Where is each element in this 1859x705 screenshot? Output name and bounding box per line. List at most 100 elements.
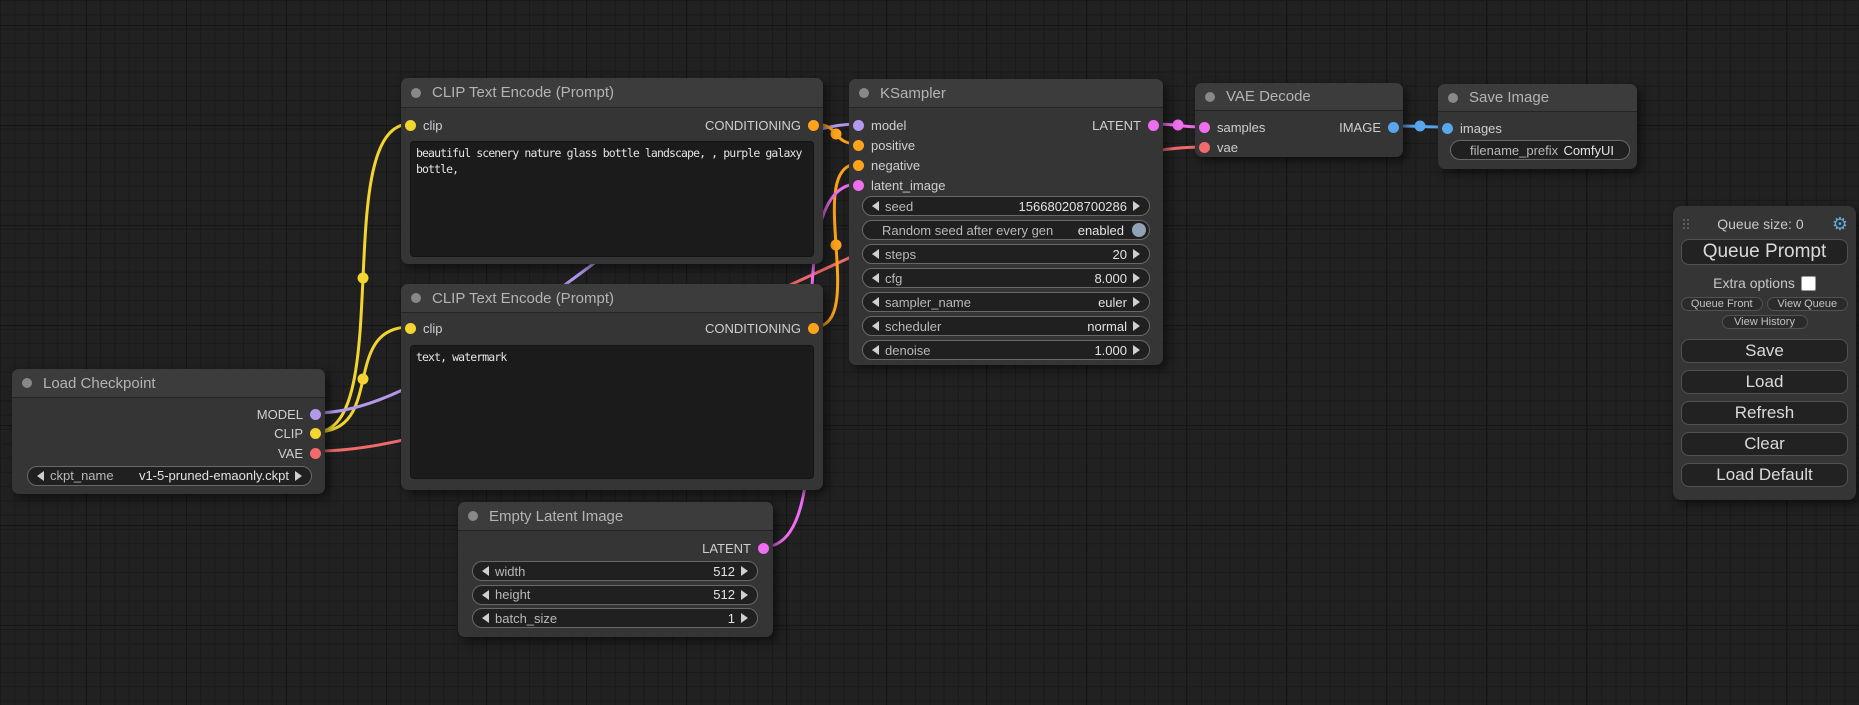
collapse-dot-icon[interactable] xyxy=(468,511,478,521)
toggle-dot[interactable] xyxy=(1132,223,1146,237)
collapse-dot-icon[interactable] xyxy=(22,378,32,388)
collapse-dot-icon[interactable] xyxy=(859,88,869,98)
load-default-button[interactable]: Load Default xyxy=(1681,463,1848,487)
decrement-arrow-icon[interactable] xyxy=(37,471,44,481)
queue-size-label: Queue size: 0 xyxy=(1689,216,1832,232)
input-label-clip: clip xyxy=(423,321,443,336)
input-label-clip: clip xyxy=(423,118,443,133)
increment-arrow-icon[interactable] xyxy=(741,566,748,576)
input-dot-latent-image[interactable] xyxy=(853,180,864,191)
collapse-dot-icon[interactable] xyxy=(411,88,421,98)
output-dot-conditioning[interactable] xyxy=(808,323,819,334)
decrement-arrow-icon[interactable] xyxy=(872,273,879,283)
input-label-negative: negative xyxy=(871,158,920,173)
output-label-vae: VAE xyxy=(278,446,303,461)
decrement-arrow-icon[interactable] xyxy=(872,297,879,307)
node-clip-text-encode-positive[interactable]: CLIP Text Encode (Prompt) clip CONDITION… xyxy=(401,78,823,264)
input-dot-positive[interactable] xyxy=(853,140,864,151)
collapse-dot-icon[interactable] xyxy=(1205,92,1215,102)
increment-arrow-icon[interactable] xyxy=(295,471,302,481)
widget-value: v1-5-pruned-emaonly.ckpt xyxy=(139,468,289,483)
node-empty-latent-image[interactable]: Empty Latent Image LATENT width 512 heig… xyxy=(458,502,773,637)
node-load-checkpoint[interactable]: Load Checkpoint MODEL CLIP VAE ckpt_name… xyxy=(12,369,325,494)
output-label-conditioning: CONDITIONING xyxy=(705,118,801,133)
increment-arrow-icon[interactable] xyxy=(1133,297,1140,307)
filename-prefix-widget[interactable]: filename_prefix ComfyUI xyxy=(1450,140,1630,160)
refresh-button[interactable]: Refresh xyxy=(1681,401,1848,425)
input-dot-model[interactable] xyxy=(853,120,864,131)
node-ksampler[interactable]: KSampler model LATENT positive negative xyxy=(849,79,1163,365)
decrement-arrow-icon[interactable] xyxy=(872,201,879,211)
random-seed-widget[interactable]: Random seed after every gen enabled xyxy=(862,220,1150,240)
view-history-button[interactable]: View History xyxy=(1722,315,1808,329)
increment-arrow-icon[interactable] xyxy=(1133,345,1140,355)
decrement-arrow-icon[interactable] xyxy=(872,249,879,259)
scheduler-widget[interactable]: scheduler normal xyxy=(862,316,1150,336)
denoise-widget[interactable]: denoise 1.000 xyxy=(862,340,1150,360)
decrement-arrow-icon[interactable] xyxy=(872,321,879,331)
node-title: KSampler xyxy=(880,85,946,102)
widget-value: ComfyUI xyxy=(1563,143,1614,158)
ckpt-name-widget[interactable]: ckpt_name v1-5-pruned-emaonly.ckpt xyxy=(27,466,312,486)
output-dot-image[interactable] xyxy=(1388,122,1399,133)
steps-widget[interactable]: steps 20 xyxy=(862,244,1150,264)
decrement-arrow-icon[interactable] xyxy=(872,345,879,355)
decrement-arrow-icon[interactable] xyxy=(482,590,489,600)
cfg-widget[interactable]: cfg 8.000 xyxy=(862,268,1150,288)
input-dot-negative[interactable] xyxy=(853,160,864,171)
increment-arrow-icon[interactable] xyxy=(741,613,748,623)
prompt-textarea[interactable]: beautiful scenery nature glass bottle la… xyxy=(410,141,814,257)
input-dot-samples[interactable] xyxy=(1199,122,1210,133)
prompt-textarea[interactable]: text, watermark xyxy=(410,345,814,479)
height-widget[interactable]: height 512 xyxy=(472,585,758,605)
input-dot-vae[interactable] xyxy=(1199,142,1210,153)
extra-options-checkbox[interactable] xyxy=(1801,276,1816,291)
collapse-dot-icon[interactable] xyxy=(1448,93,1458,103)
save-button[interactable]: Save xyxy=(1681,339,1848,363)
output-dot-latent[interactable] xyxy=(758,543,769,554)
output-dot-latent[interactable] xyxy=(1148,120,1159,131)
queue-prompt-button[interactable]: Queue Prompt xyxy=(1681,239,1848,265)
input-dot-clip[interactable] xyxy=(405,120,416,131)
node-title-bar[interactable]: Save Image xyxy=(1438,84,1637,112)
node-clip-text-encode-negative[interactable]: CLIP Text Encode (Prompt) clip CONDITION… xyxy=(401,284,823,490)
widget-value: normal xyxy=(1087,319,1127,334)
widget-label: steps xyxy=(885,247,916,262)
decrement-arrow-icon[interactable] xyxy=(482,566,489,576)
node-title-bar[interactable]: CLIP Text Encode (Prompt) xyxy=(401,284,823,313)
input-label-model: model xyxy=(871,118,906,133)
batch-size-widget[interactable]: batch_size 1 xyxy=(472,608,758,628)
output-dot-clip[interactable] xyxy=(310,428,321,439)
node-title-bar[interactable]: KSampler xyxy=(849,79,1163,108)
seed-widget[interactable]: seed 156680208700286 xyxy=(862,196,1150,216)
output-label-latent: LATENT xyxy=(1092,118,1141,133)
node-title: Load Checkpoint xyxy=(43,375,156,392)
increment-arrow-icon[interactable] xyxy=(1133,249,1140,259)
increment-arrow-icon[interactable] xyxy=(1133,321,1140,331)
node-title-bar[interactable]: CLIP Text Encode (Prompt) xyxy=(401,78,823,108)
input-dot-clip[interactable] xyxy=(405,323,416,334)
decrement-arrow-icon[interactable] xyxy=(482,613,489,623)
output-dot-conditioning[interactable] xyxy=(808,120,819,131)
load-button[interactable]: Load xyxy=(1681,370,1848,394)
output-dot-vae[interactable] xyxy=(310,448,321,459)
node-save-image[interactable]: Save Image images filename_prefix ComfyU… xyxy=(1438,84,1637,169)
settings-gear-icon[interactable]: ⚙ xyxy=(1832,215,1848,233)
input-dot-images[interactable] xyxy=(1442,123,1453,134)
increment-arrow-icon[interactable] xyxy=(741,590,748,600)
output-dot-model[interactable] xyxy=(310,409,321,420)
sampler-name-widget[interactable]: sampler_name euler xyxy=(862,292,1150,312)
width-widget[interactable]: width 512 xyxy=(472,561,758,581)
increment-arrow-icon[interactable] xyxy=(1133,273,1140,283)
view-queue-button[interactable]: View Queue xyxy=(1767,297,1849,311)
comfyui-canvas[interactable]: { "colors": { "model": "#b49aed", "clip"… xyxy=(0,0,1859,705)
collapse-dot-icon[interactable] xyxy=(411,293,421,303)
node-title-bar[interactable]: VAE Decode xyxy=(1195,83,1403,111)
node-title-bar[interactable]: Load Checkpoint xyxy=(12,369,325,398)
queue-front-button[interactable]: Queue Front xyxy=(1681,297,1763,311)
node-title-bar[interactable]: Empty Latent Image xyxy=(458,502,773,531)
widget-value: enabled xyxy=(1078,223,1124,238)
clear-button[interactable]: Clear xyxy=(1681,432,1848,456)
increment-arrow-icon[interactable] xyxy=(1133,201,1140,211)
node-vae-decode[interactable]: VAE Decode samples IMAGE vae xyxy=(1195,83,1403,157)
